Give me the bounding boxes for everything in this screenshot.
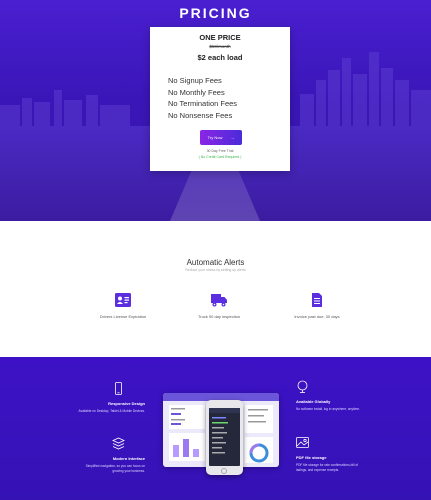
page: PRICING ONE PRICE $50/month $2 each load…	[0, 0, 431, 500]
feature-title: PDF file storage	[296, 455, 327, 460]
arrow-right-icon: →	[230, 135, 235, 140]
mobile-icon	[115, 382, 122, 395]
feature-title: Modern Interface	[112, 456, 145, 461]
alert-item: Drivers License Expiration	[73, 293, 173, 319]
id-card-icon	[115, 293, 131, 307]
phone-screen-menu	[209, 408, 240, 454]
try-now-label: Try Now	[207, 135, 223, 140]
pricing-hero: PRICING ONE PRICE $50/month $2 each load…	[0, 0, 431, 221]
feature-global: Available Globally No software install, …	[296, 380, 366, 412]
alerts-section: Automatic Alerts Reduce your stress by s…	[0, 221, 431, 357]
feature-interface: Modern Interface Simplified navigation, …	[75, 437, 145, 473]
feature-title: Available Globally	[296, 399, 331, 404]
page-title: PRICING	[179, 5, 252, 21]
no-card-text: ( No Credit Card Required )	[198, 155, 242, 159]
feature-desc: Simplified navigation, so you can focus …	[85, 464, 145, 473]
layers-icon	[112, 437, 125, 450]
trial-text: 30 Day Free Trial	[206, 149, 234, 153]
old-price: $50/month	[209, 44, 231, 49]
feature-pdf: PDF file storage PDF file storage for ra…	[296, 436, 366, 472]
feature-responsive: Responsive Design Available on Desktop, …	[75, 382, 145, 414]
plan-feature: No Monthly Fees	[168, 87, 225, 97]
try-now-button[interactable]: Try Now →	[200, 130, 242, 145]
feature-desc: No software install, log in anywhere, an…	[296, 407, 360, 411]
alert-item: Invoice past due, 30 days	[267, 293, 367, 319]
alert-item: Truck 90 day inspection	[169, 293, 269, 319]
alert-label: Drivers License Expiration	[99, 314, 147, 319]
image-icon	[296, 437, 309, 448]
plan-feature: No Signup Fees	[168, 76, 222, 85]
feature-desc: Available on Desktop, Tablet & Mobile De…	[78, 409, 146, 413]
truck-icon	[211, 294, 227, 307]
plan-price: $2 each load	[197, 53, 243, 62]
document-icon	[312, 293, 322, 307]
features-section: Responsive Design Available on Desktop, …	[0, 357, 431, 500]
plan-features-list: No Signup Fees No Monthly Fees No Termin…	[168, 75, 237, 121]
alert-label: Invoice past due, 30 days	[294, 314, 340, 319]
alerts-title: Automatic Alerts	[186, 258, 245, 267]
alert-label: Truck 90 day inspection	[197, 314, 241, 319]
globe-icon	[297, 380, 308, 393]
feature-title: Responsive Design	[108, 401, 145, 406]
alerts-subtitle: Reduce your stress by setting up alerts	[185, 268, 246, 272]
phone-screen	[209, 408, 240, 466]
plan-feature: No Termination Fees	[168, 99, 238, 108]
pricing-card: ONE PRICE $50/month $2 each load No Sign…	[150, 27, 290, 171]
phone-home-button	[221, 468, 227, 474]
plan-feature: No Nonsense Fees	[168, 110, 233, 120]
phone-mockup-image	[206, 400, 243, 475]
feature-desc: PDF file storage for rate confirmations,…	[296, 463, 359, 472]
plan-title: ONE PRICE	[199, 33, 241, 42]
